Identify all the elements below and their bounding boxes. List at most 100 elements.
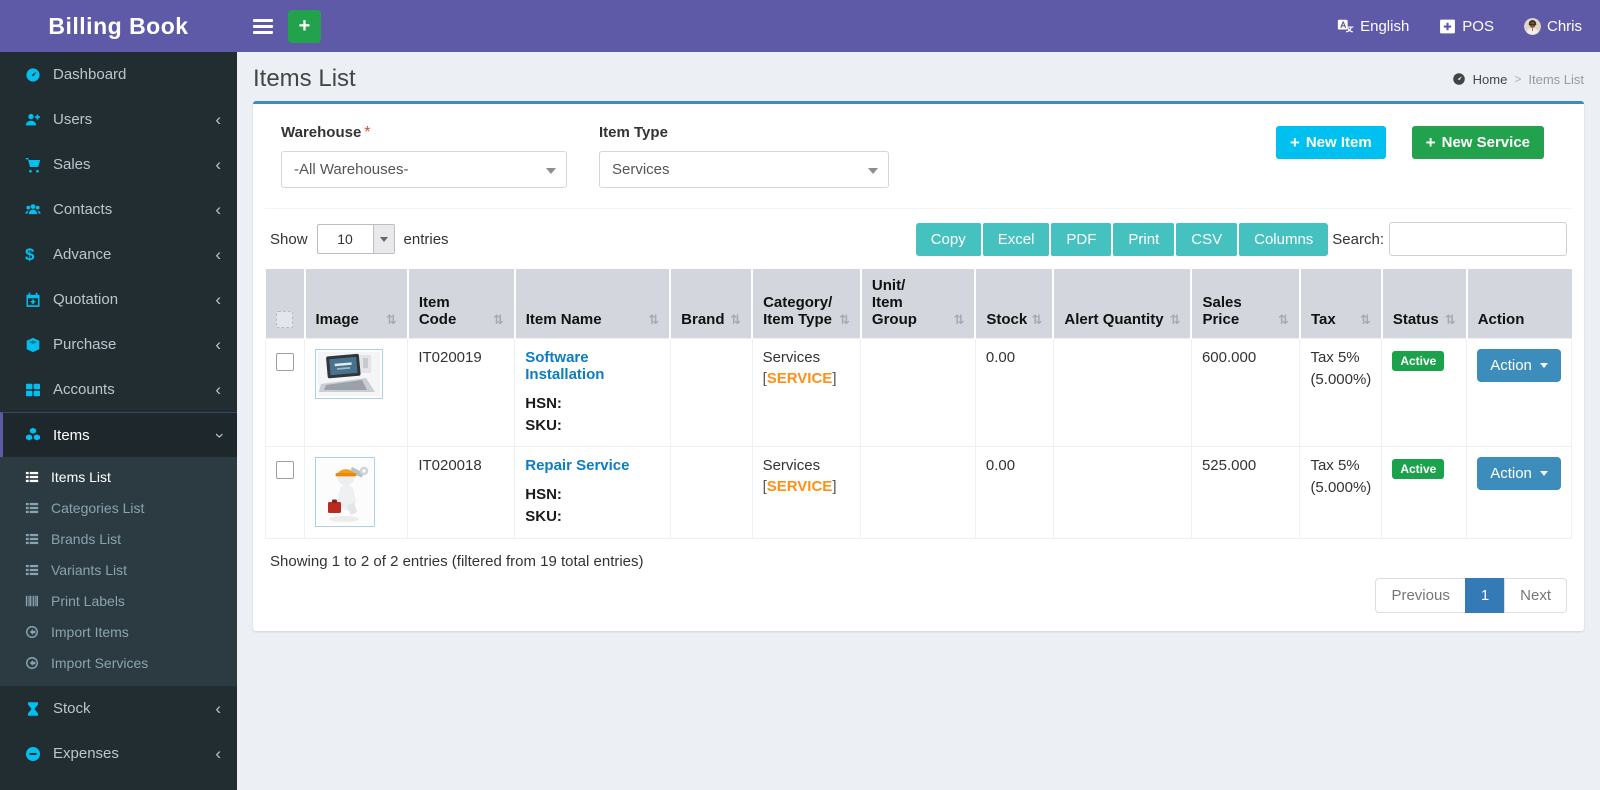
new-item-button[interactable]: + New Item [1275, 126, 1386, 159]
pos-link[interactable]: POS [1439, 18, 1494, 35]
brand-cell [669, 338, 753, 447]
alert-quantity-cell [1052, 338, 1192, 447]
previous-page-button[interactable]: Previous [1375, 578, 1466, 613]
item-image-laptop[interactable] [315, 349, 383, 399]
dashboard-icon [25, 67, 43, 83]
sidebar-subitem-items-list[interactable]: Items List [0, 461, 237, 492]
warehouse-select[interactable]: -All Warehouses- [281, 151, 567, 188]
list-icon [25, 501, 42, 515]
pdf-button[interactable]: PDF [1051, 222, 1112, 256]
action-dropdown-button[interactable]: Action [1477, 349, 1561, 382]
column-header-sales-price[interactable]: Sales Price ⇅ [1191, 269, 1301, 339]
column-header-stock[interactable]: Stock ⇅ [975, 269, 1055, 339]
sort-icon: ⇅ [730, 312, 742, 327]
page-1-button[interactable]: 1 [1464, 578, 1506, 613]
item-code-cell: IT020018 [407, 446, 516, 539]
sidebar-item-stock[interactable]: Stock ‹ [0, 686, 237, 731]
column-header-category-item-type[interactable]: Category/Item Type ⇅ [752, 269, 862, 339]
hourglass-icon [25, 701, 43, 717]
sidebar-subitem-import-items[interactable]: Import Items [0, 616, 237, 647]
column-header-image[interactable]: Image ⇅ [304, 269, 409, 339]
table-row: IT020019 Software Installation HSN: SKU:… [265, 338, 1572, 447]
plus-icon: + [1425, 133, 1436, 152]
sidebar-subitem-variants-list[interactable]: Variants List [0, 554, 237, 585]
sidebar-toggle-icon[interactable] [253, 18, 273, 34]
sort-icon: ⇅ [385, 312, 397, 327]
barcode-icon [25, 594, 42, 608]
breadcrumb-home-link[interactable]: Home [1473, 72, 1508, 87]
column-header-unit-item-group[interactable]: Unit/Item Group ⇅ [860, 269, 977, 339]
chevron-left-icon: ‹ [215, 699, 221, 718]
tax-cell: Tax 5% (5.000%) [1299, 338, 1383, 447]
sidebar-subitem-print-labels[interactable]: Print Labels [0, 585, 237, 616]
unit-group-cell [860, 338, 976, 447]
service-tag: SERVICE [766, 478, 833, 495]
item-image-repair-mascot[interactable] [315, 457, 375, 527]
breadcrumb-current: Items List [1528, 71, 1584, 87]
sidebar-subitem-categories-list[interactable]: Categories List [0, 492, 237, 523]
sidebar-item-users[interactable]: Users ‹ [0, 97, 237, 142]
sidebar-item-contacts[interactable]: Contacts ‹ [0, 187, 237, 232]
plus-square-icon [1440, 19, 1456, 33]
row-checkbox[interactable] [276, 461, 294, 479]
status-cell: Active [1381, 446, 1468, 539]
column-header-brand[interactable]: Brand ⇅ [670, 269, 754, 339]
action-dropdown-button[interactable]: Action [1477, 457, 1561, 490]
language-menu[interactable]: English [1337, 18, 1409, 35]
chevron-left-icon: ‹ [215, 200, 221, 219]
quick-add-button[interactable]: + [288, 9, 321, 43]
csv-button[interactable]: CSV [1176, 222, 1238, 256]
copy-button[interactable]: Copy [915, 222, 981, 256]
sidebar-item-purchase[interactable]: Purchase ‹ [0, 322, 237, 367]
status-badge: Active [1392, 351, 1445, 371]
excel-button[interactable]: Excel [982, 222, 1050, 256]
sidebar-item-items[interactable]: Items ‹ [0, 412, 237, 457]
page-length-select[interactable]: 10 [316, 224, 395, 254]
next-page-button[interactable]: Next [1504, 578, 1567, 613]
sidebar-subitem-import-services[interactable]: Import Services [0, 647, 237, 678]
sidebar-item-quotation[interactable]: Quotation ‹ [0, 277, 237, 322]
sort-icon: ⇅ [1278, 312, 1289, 327]
column-header-item-name[interactable]: Item Name ⇅ [514, 269, 672, 339]
chevron-left-icon: ‹ [215, 744, 221, 763]
item-name-cell: Software Installation HSN: SKU: [514, 338, 671, 447]
tax-cell: Tax 5% (5.000%) [1299, 446, 1383, 539]
print-button[interactable]: Print [1113, 222, 1175, 256]
sort-icon: ⇅ [953, 312, 965, 327]
sidebar-item-expenses[interactable]: Expenses ‹ [0, 731, 237, 776]
select-all-checkbox[interactable] [275, 311, 293, 328]
import-icon [25, 625, 42, 639]
sidebar: Dashboard Users ‹ Sales ‹ Contacts ‹ $ A… [0, 52, 237, 790]
row-checkbox[interactable] [276, 353, 294, 371]
chevron-left-icon: ‹ [215, 335, 221, 354]
search-input[interactable] [1389, 222, 1567, 256]
column-header-action: Action [1466, 269, 1572, 339]
sidebar-item-advance[interactable]: $ Advance ‹ [0, 232, 237, 277]
column-header-status[interactable]: Status ⇅ [1381, 269, 1468, 339]
entries-label: entries [403, 230, 449, 248]
sidebar-item-sales[interactable]: Sales ‹ [0, 142, 237, 187]
sidebar-subitem-brands-list[interactable]: Brands List [0, 523, 237, 554]
item-type-filter: Item Type Services [599, 124, 889, 188]
category-cell: Services [SERVICE] [751, 338, 862, 447]
required-asterisk: * [364, 124, 371, 141]
warehouse-filter: Warehouse * -All Warehouses- [281, 124, 567, 188]
users-icon [25, 202, 43, 218]
column-header-tax[interactable]: Tax ⇅ [1299, 269, 1383, 339]
new-service-button[interactable]: + New Service [1411, 126, 1544, 159]
item-name-link[interactable]: Software Installation [525, 349, 604, 383]
sidebar-item-dashboard[interactable]: Dashboard [0, 52, 237, 97]
item-name-link[interactable]: Repair Service [525, 457, 629, 474]
item-type-select[interactable]: Services [599, 151, 889, 188]
column-header-alert-quantity[interactable]: Alert Quantity ⇅ [1053, 269, 1193, 339]
sort-icon: ⇅ [492, 312, 504, 327]
stock-cell: 0.00 [974, 338, 1054, 447]
user-menu[interactable]: Chris [1523, 17, 1582, 35]
sort-icon: ⇅ [648, 312, 660, 327]
app-brand: Billing Book [48, 12, 189, 39]
sidebar-item-accounts[interactable]: Accounts ‹ [0, 367, 237, 412]
column-header-item-code[interactable]: Item Code ⇅ [407, 269, 516, 339]
columns-button[interactable]: Columns [1239, 222, 1329, 256]
language-icon [1337, 19, 1354, 33]
list-icon [25, 470, 42, 484]
